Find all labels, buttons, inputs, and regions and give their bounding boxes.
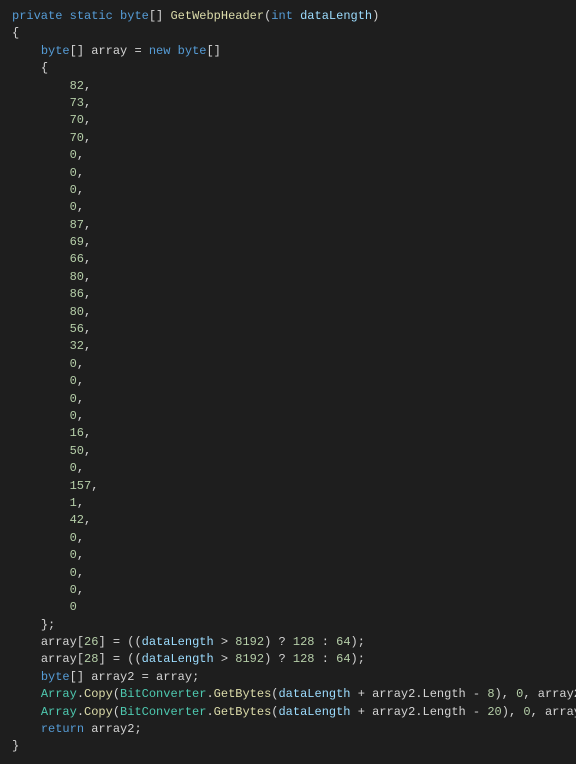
array-value: 80 xyxy=(70,305,84,319)
array-value: 82 xyxy=(70,79,84,93)
array-value: 0 xyxy=(70,166,77,180)
array-value: 0 xyxy=(70,461,77,475)
array-value: 0 xyxy=(70,357,77,371)
array-value: 0 xyxy=(70,200,77,214)
keyword-static: static xyxy=(70,9,113,23)
keyword-return: return xyxy=(41,722,84,736)
type-byte: byte xyxy=(120,9,149,23)
keyword-private: private xyxy=(12,9,62,23)
function-name: GetWebpHeader xyxy=(170,9,264,23)
array-value: 70 xyxy=(70,131,84,145)
array-value: 32 xyxy=(70,339,84,353)
keyword-new: new xyxy=(149,44,171,58)
array-value: 0 xyxy=(70,148,77,162)
array-value: 56 xyxy=(70,322,84,336)
param-name: dataLength xyxy=(300,9,372,23)
array-value: 66 xyxy=(70,252,84,266)
array-value: 86 xyxy=(70,287,84,301)
array-value: 16 xyxy=(70,426,84,440)
array-value: 0 xyxy=(70,409,77,423)
array-value: 0 xyxy=(70,531,77,545)
var-array: array xyxy=(91,44,127,58)
class-array: Array xyxy=(41,687,77,701)
array-value: 73 xyxy=(70,96,84,110)
array-value: 0 xyxy=(70,392,77,406)
array-value: 50 xyxy=(70,444,84,458)
array-value: 0 xyxy=(70,600,77,614)
array-value: 1 xyxy=(70,496,77,510)
array-value: 42 xyxy=(70,513,84,527)
class-bitconverter: BitConverter xyxy=(120,687,206,701)
array-value: 0 xyxy=(70,566,77,580)
code-block: private static byte[] GetWebpHeader(int … xyxy=(12,8,564,756)
type-byte: byte xyxy=(178,44,207,58)
array-value: 0 xyxy=(70,374,77,388)
array-value: 70 xyxy=(70,113,84,127)
array-value: 0 xyxy=(70,548,77,562)
array-value: 157 xyxy=(70,479,92,493)
array-value: 0 xyxy=(70,183,77,197)
array-value: 87 xyxy=(70,218,84,232)
param-type: int xyxy=(271,9,293,23)
array-value: 0 xyxy=(70,583,77,597)
type-byte: byte xyxy=(41,44,70,58)
array-value: 80 xyxy=(70,270,84,284)
array-value: 69 xyxy=(70,235,84,249)
